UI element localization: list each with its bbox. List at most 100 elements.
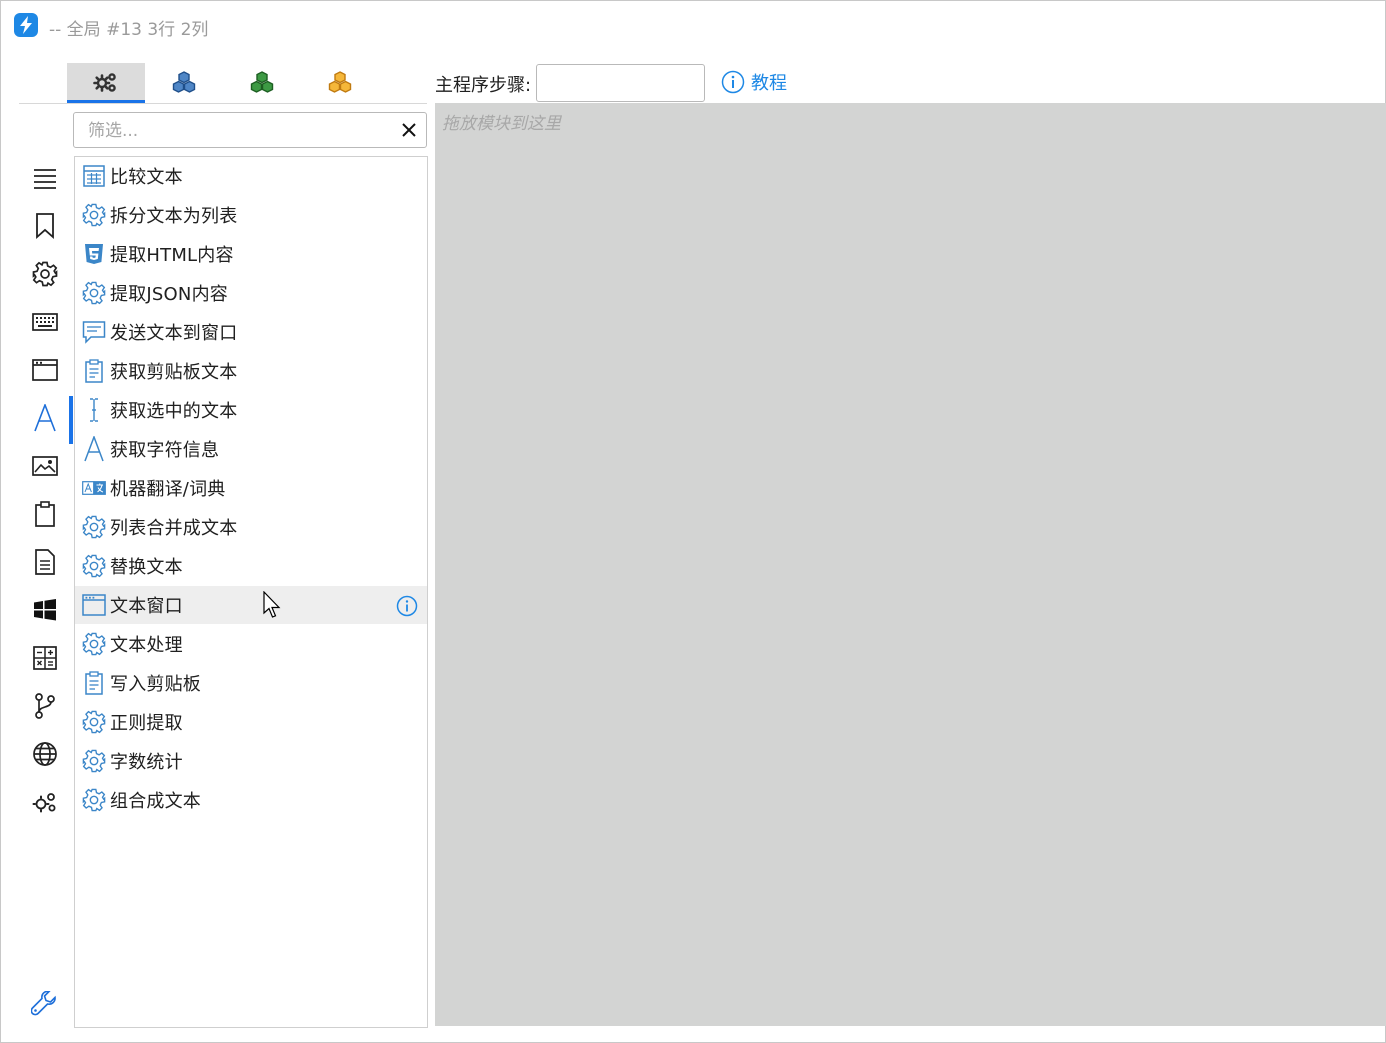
main-step-label: 主程序步骤: [435,75,532,96]
title-bar: -- 全局 #13 3行 2列 [1,1,1385,49]
app-window: -- 全局 #13 3行 2列 筛选... 比较文本 拆分文本为列表 提取HTM… [0,0,1386,1043]
tab-cubes-orange[interactable] [301,63,379,101]
cubes-green-icon [250,71,274,93]
gear-icon [32,261,58,287]
filter-input[interactable] [86,119,390,143]
list-item[interactable]: 字数统计 [75,742,427,780]
list-item[interactable]: 组合成文本 [75,781,427,819]
list-item-label: 获取字符信息 [110,440,220,461]
drop-canvas[interactable]: 拖放模块到这里 [435,103,1386,1026]
html5-icon [82,242,106,266]
info-icon[interactable] [396,595,418,617]
list-item-label: 正则提取 [110,713,183,734]
gears-icon [32,793,56,813]
wrench-icon [30,990,56,1016]
gear-icon [82,515,106,539]
list-item-label: 发送文本到窗口 [110,323,238,344]
window-title: -- 全局 #13 3行 2列 [49,20,209,40]
document-icon [35,549,55,575]
list-item[interactable]: 列表合并成文本 [75,508,427,546]
gear-icon [82,710,106,734]
image-icon [32,456,58,476]
window-icon [82,593,106,617]
info-icon [721,70,745,94]
gear-icon [82,554,106,578]
tutorial-label: 教程 [751,73,787,94]
text-a-icon [34,404,56,432]
list-item[interactable]: 机器翻译/词典 [75,469,427,507]
list-item-label: 写入剪贴板 [110,674,201,695]
sidebar-item-window[interactable] [19,348,71,392]
keyboard-icon [32,313,58,331]
tab-cubes-blue[interactable] [145,63,223,101]
list-item[interactable]: 提取HTML内容 [75,235,427,273]
main-step-input[interactable] [536,64,705,102]
calculator-icon [33,646,57,670]
sidebar-item-settings[interactable] [19,252,71,296]
sidebar-item-windows[interactable] [19,588,71,632]
list-item[interactable]: 替换文本 [75,547,427,585]
list-item-label: 组合成文本 [110,791,201,812]
list-item[interactable]: 正则提取 [75,703,427,741]
translate-icon [82,476,106,500]
list-item[interactable]: 比较文本 [75,157,427,195]
window-icon [32,359,58,381]
sidebar-item-calculator[interactable] [19,636,71,680]
tutorial-link[interactable]: 教程 [721,69,787,95]
text-a-icon [82,436,106,462]
list-item[interactable]: 文本窗口 [75,586,427,624]
sidebar-item-document[interactable] [19,540,71,584]
sidebar-item-web[interactable] [19,732,71,776]
sidebar-item-clipboard[interactable] [19,492,71,536]
sidebar-item-image[interactable] [19,444,71,488]
gear-icon [82,203,106,227]
list-item-label: 获取选中的文本 [110,401,238,422]
list-item[interactable]: 提取JSON内容 [75,274,427,312]
module-list: 比较文本 拆分文本为列表 提取HTML内容 提取JSON内容 发送文本到窗口 获… [74,156,428,1028]
gear-icon [82,788,106,812]
list-item[interactable]: 获取剪贴板文本 [75,352,427,390]
list-item-label: 拆分文本为列表 [110,206,238,227]
gear-icon [82,632,106,656]
list-item[interactable]: 写入剪贴板 [75,664,427,702]
list-item[interactable]: 文本处理 [75,625,427,663]
list-item-label: 文本窗口 [110,596,183,617]
list-item-label: 机器翻译/词典 [110,479,226,500]
gears-icon [93,72,116,92]
windows-logo-icon [34,599,56,621]
globe-icon [33,742,57,766]
mouse-cursor-icon [263,591,281,618]
list-item-label: 文本处理 [110,635,183,656]
sidebar-item-tools[interactable] [30,990,57,1021]
category-tabs [19,63,427,104]
bookmark-icon [36,213,54,239]
sidebar-item-text[interactable] [19,396,73,444]
cubes-blue-icon [172,71,196,93]
menu-icon [34,169,56,189]
sidebar-item-flow[interactable] [19,684,71,728]
sidebar-item-menu[interactable] [19,156,71,200]
list-item[interactable]: 发送文本到窗口 [75,313,427,351]
drop-hint: 拖放模块到这里 [442,114,561,134]
gear-icon [82,749,106,773]
list-item[interactable]: 获取字符信息 [75,430,427,468]
list-item[interactable]: 拆分文本为列表 [75,196,427,234]
list-item-label: 获取剪贴板文本 [110,362,238,383]
tab-gears[interactable] [67,63,145,103]
list-item-label: 提取HTML内容 [110,245,234,266]
gear-icon [82,281,106,305]
sidebar-item-bookmark[interactable] [19,204,71,248]
sidebar-item-keyboard[interactable] [19,300,71,344]
list-item[interactable]: 获取选中的文本 [75,391,427,429]
text-cursor-icon [82,398,106,422]
tab-cubes-green[interactable] [223,63,301,101]
list-item-label: 字数统计 [110,752,183,773]
message-icon [82,320,106,344]
clipboard-icon [82,359,106,383]
list-item-label: 列表合并成文本 [110,518,238,539]
filter-box [73,112,427,148]
sidebar-item-advanced[interactable] [19,780,71,824]
clear-filter-icon[interactable] [400,121,418,139]
branch-icon [35,693,55,719]
table-icon [82,164,106,188]
